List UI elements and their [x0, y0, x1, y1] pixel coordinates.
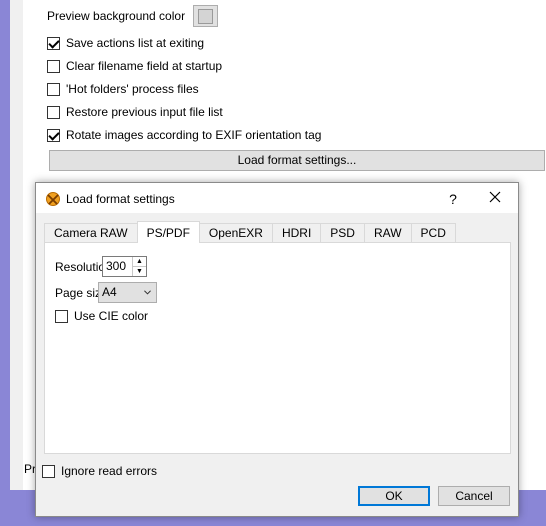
- tab-hdri[interactable]: HDRI: [271, 223, 322, 243]
- tab-camera-raw[interactable]: Camera RAW: [44, 223, 138, 243]
- load-format-settings-button[interactable]: Load format settings...: [49, 150, 545, 171]
- option-hot-folders[interactable]: 'Hot folders' process files: [47, 80, 199, 98]
- use-cie-row[interactable]: Use CIE color: [55, 307, 148, 325]
- preview-bg-color-button[interactable]: [193, 5, 219, 27]
- tab-pcd[interactable]: PCD: [410, 223, 456, 243]
- chevron-down-icon: [144, 290, 151, 295]
- clear-filename-checkbox[interactable]: [47, 59, 60, 73]
- tab-raw[interactable]: RAW: [363, 223, 412, 243]
- option-save-actions[interactable]: Save actions list at exiting: [47, 34, 204, 52]
- resolution-value[interactable]: 300: [103, 257, 132, 276]
- option-rotate-exif[interactable]: Rotate images according to EXIF orientat…: [47, 126, 321, 144]
- hot-folders-checkbox[interactable]: [47, 82, 60, 96]
- preview-bg-label: Preview background color: [47, 9, 186, 23]
- option-label: Rotate images according to EXIF orientat…: [66, 128, 322, 142]
- spin-up-icon[interactable]: ▲: [133, 257, 146, 267]
- restore-input-checkbox[interactable]: [47, 105, 60, 119]
- page-size-value: A4: [102, 285, 117, 299]
- option-label: 'Hot folders' process files: [66, 82, 199, 96]
- page-size-select[interactable]: A4: [98, 282, 157, 303]
- spin-down-icon[interactable]: ▼: [133, 267, 146, 276]
- tab-ps-pdf[interactable]: PS/PDF: [136, 221, 200, 243]
- rotate-exif-checkbox[interactable]: [47, 128, 60, 142]
- close-button[interactable]: [480, 188, 510, 210]
- dialog-title: Load format settings: [66, 192, 175, 206]
- option-label: Clear filename field at startup: [66, 59, 223, 73]
- spin-buttons: ▲ ▼: [132, 257, 146, 276]
- help-button[interactable]: ?: [438, 188, 468, 210]
- tab-psd[interactable]: PSD: [320, 223, 365, 243]
- option-restore-input[interactable]: Restore previous input file list: [47, 103, 223, 121]
- ignore-errors-label: Ignore read errors: [61, 464, 158, 478]
- use-cie-checkbox[interactable]: [55, 309, 68, 323]
- option-label: Restore previous input file list: [66, 105, 223, 119]
- save-actions-checkbox[interactable]: [47, 36, 60, 50]
- ps-pdf-panel: Resolution 300 ▲ ▼ Page size A4 Use CIE …: [44, 242, 511, 454]
- ignore-errors-row[interactable]: Ignore read errors: [42, 464, 157, 478]
- close-icon: [489, 191, 501, 203]
- use-cie-label: Use CIE color: [74, 309, 149, 323]
- title-bar: Load format settings ?: [36, 183, 518, 213]
- color-swatch: [198, 8, 214, 24]
- ok-button[interactable]: OK: [358, 486, 430, 506]
- tab-openexr[interactable]: OpenEXR: [198, 223, 273, 243]
- load-format-settings-dialog: Load format settings ? Camera RAW PS/PDF…: [35, 182, 519, 517]
- ignore-errors-checkbox[interactable]: [42, 464, 55, 478]
- cancel-button[interactable]: Cancel: [438, 486, 510, 506]
- option-clear-filename[interactable]: Clear filename field at startup: [47, 57, 222, 75]
- resolution-spinbox[interactable]: 300 ▲ ▼: [102, 256, 147, 277]
- format-tabs: Camera RAW PS/PDF OpenEXR HDRI PSD RAW P…: [44, 221, 456, 243]
- option-label: Save actions list at exiting: [66, 36, 205, 50]
- preview-bg-row: Preview background color: [47, 5, 219, 27]
- xnview-app-icon: [46, 192, 60, 206]
